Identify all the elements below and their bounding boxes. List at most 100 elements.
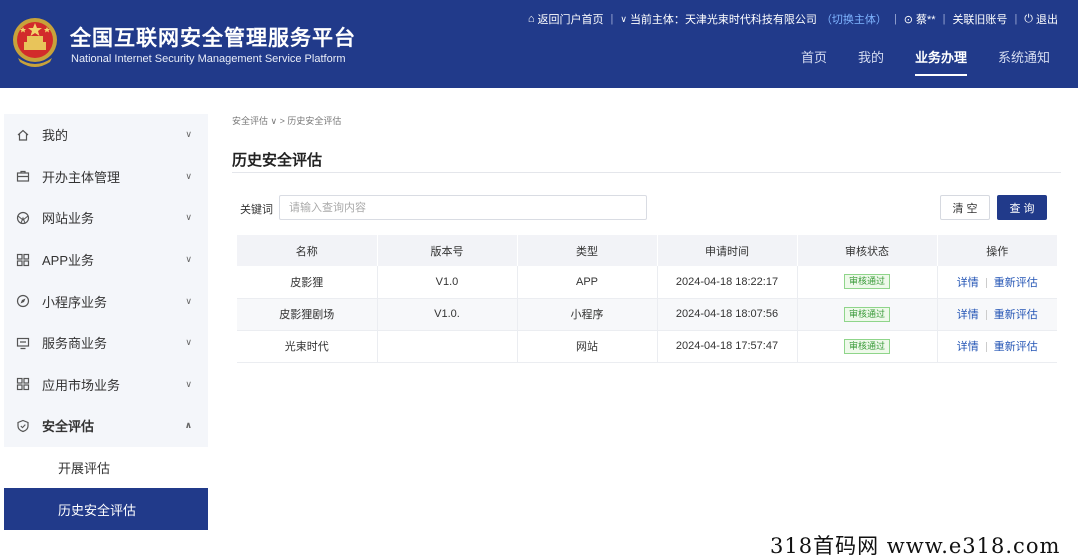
sidebar-item-label: 小程序业务 [42, 294, 108, 310]
breadcrumb: 安全评估 ∨ > 历史安全评估 [232, 114, 341, 127]
cell-apply-time: 2024-04-18 17:57:47 [657, 330, 798, 363]
monitor-icon [16, 336, 30, 350]
divider [232, 172, 1061, 173]
sidebar-item-entity-management[interactable]: 开办主体管理 ∨ [4, 155, 208, 198]
sidebar-item-label: 我的 [42, 128, 69, 144]
logout-link[interactable]: 退出 [1036, 11, 1058, 27]
sidebar-item-miniprogram[interactable]: 小程序业务 ∨ [4, 280, 208, 322]
cell-version [377, 330, 518, 363]
sidebar-item-label: 应用市场业务 [42, 377, 121, 393]
power-icon: ⏻ [1024, 12, 1033, 25]
divider: | [893, 13, 897, 25]
column-header-version: 版本号 [377, 235, 518, 266]
detail-link[interactable]: 详情 [957, 277, 979, 289]
cell-name: 光束时代 [237, 330, 378, 363]
top-utility-bar: ⌂ 返回门户首页 | ∨ 当前主体： 天津光束时代科技有限公司 （切换主体） |… [528, 11, 1058, 27]
nav-notifications[interactable]: 系统通知 [998, 47, 1050, 74]
table-row: 皮影狸 V1.0 APP 2024-04-18 18:22:17 审核通过 详情… [237, 266, 1057, 299]
divider: | [1014, 13, 1018, 25]
sidebar-item-app[interactable]: APP业务 ∨ [4, 238, 208, 281]
sidebar-item-label: 开办主体管理 [42, 169, 121, 185]
sidebar-subitem-history-assessment[interactable]: 历史安全评估 [4, 488, 208, 530]
site-watermark: 318首码网 www.e318.com [770, 534, 1061, 557]
keyword-search-input[interactable] [279, 195, 647, 220]
compass-icon [16, 294, 30, 308]
cell-apply-time: 2024-04-18 18:22:17 [657, 266, 798, 299]
chevron-down-icon: ∨ [185, 212, 192, 223]
table-row: 光束时代 网站 2024-04-18 17:57:47 审核通过 详情 重新评估 [237, 330, 1057, 363]
globe-icon [16, 211, 30, 225]
user-icon: ⊙ [903, 13, 914, 26]
nav-home[interactable]: 首页 [801, 47, 827, 74]
sidebar-item-app-market[interactable]: 应用市场业务 ∨ [4, 363, 208, 406]
reassess-link[interactable]: 重新评估 [994, 341, 1038, 353]
chevron-down-icon: ∨ [185, 378, 192, 389]
column-header-status: 审核状态 [797, 235, 938, 266]
nav-mine[interactable]: 我的 [858, 47, 884, 74]
breadcrumb-current: 历史安全评估 [287, 116, 342, 126]
reassess-link[interactable]: 重新评估 [994, 309, 1038, 321]
cell-status: 审核通过 [797, 298, 938, 331]
cell-status: 审核通过 [797, 330, 938, 363]
home-icon: ⌂ [527, 13, 535, 25]
chevron-down-icon: ∨ [620, 13, 627, 24]
cell-type: APP [517, 266, 658, 299]
cell-actions: 详情 重新评估 [937, 330, 1057, 363]
cell-type: 网站 [517, 330, 658, 363]
sidebar: 我的 ∨ 开办主体管理 ∨ 网站业务 ∨ APP业务 ∨ 小程序业务 ∨ 服务商… [4, 114, 208, 530]
clear-button[interactable]: 清 空 [940, 195, 990, 220]
query-button[interactable]: 查 询 [997, 195, 1047, 220]
detail-link[interactable]: 详情 [957, 341, 979, 353]
chevron-up-icon: ∧ [184, 420, 192, 431]
breadcrumb-item[interactable]: 安全评估 [232, 116, 268, 126]
cell-type: 小程序 [517, 298, 658, 331]
divider: | [610, 13, 614, 25]
home-icon [16, 128, 30, 142]
cell-actions: 详情 重新评估 [937, 266, 1057, 299]
cell-name: 皮影狸剧场 [237, 298, 378, 331]
link-old-account-link[interactable]: 关联旧账号 [952, 11, 1007, 27]
sidebar-item-website[interactable]: 网站业务 ∨ [4, 197, 208, 239]
sidebar-item-service-provider[interactable]: 服务商业务 ∨ [4, 321, 208, 364]
table-row: 皮影狸剧场 V1.0. 小程序 2024-04-18 18:07:56 审核通过… [237, 298, 1057, 331]
cell-version: V1.0. [377, 298, 518, 331]
status-badge: 审核通过 [843, 274, 890, 290]
keyword-label: 关键词 [240, 204, 273, 216]
sidebar-subitem-start-assessment[interactable]: 开展评估 [4, 447, 208, 489]
column-header-type: 类型 [517, 235, 658, 266]
chevron-down-icon: ∨ [185, 337, 192, 348]
switch-entity-link[interactable]: （切换主体） [821, 11, 887, 27]
page-title: 历史安全评估 [232, 152, 323, 169]
sidebar-item-label: 网站业务 [42, 211, 95, 227]
portal-home-link[interactable]: 返回门户首页 [537, 11, 603, 27]
username[interactable]: 蔡** [916, 11, 936, 27]
column-header-actions: 操作 [937, 235, 1057, 266]
main-nav: 首页 我的 业务办理 系统通知 [770, 47, 1050, 76]
sidebar-item-mine[interactable]: 我的 ∨ [4, 114, 208, 156]
grid-icon [16, 253, 30, 267]
status-badge: 审核通过 [843, 306, 890, 322]
current-entity-name: 天津光束时代科技有限公司 [684, 14, 817, 26]
chevron-down-icon: ∨ [185, 129, 192, 140]
status-badge: 审核通过 [843, 338, 890, 354]
current-entity-label: 当前主体： [629, 14, 685, 26]
nav-business[interactable]: 业务办理 [914, 47, 967, 76]
chevron-down-icon: ∨ [185, 295, 192, 306]
top-header: 全国互联网安全管理服务平台 National Internet Security… [0, 0, 1078, 88]
briefcase-icon [16, 169, 30, 183]
reassess-link[interactable]: 重新评估 [994, 277, 1038, 289]
column-header-name: 名称 [237, 235, 378, 266]
chevron-down-icon: ∨ [185, 254, 192, 265]
column-header-apply-time: 申请时间 [657, 235, 798, 266]
chevron-down-icon: ∨ [185, 170, 192, 181]
sidebar-item-label: APP业务 [42, 253, 95, 269]
sidebar-item-label: 服务商业务 [42, 336, 108, 352]
sidebar-item-security-assessment[interactable]: 安全评估 ∧ [4, 405, 208, 447]
platform-title: 全国互联网安全管理服务平台 [70, 26, 356, 50]
detail-link[interactable]: 详情 [957, 309, 979, 321]
divider: | [942, 13, 946, 25]
platform-subtitle: National Internet Security Management Se… [71, 53, 346, 65]
cell-actions: 详情 重新评估 [937, 298, 1057, 331]
cell-version: V1.0 [377, 266, 518, 299]
divider [985, 342, 987, 353]
